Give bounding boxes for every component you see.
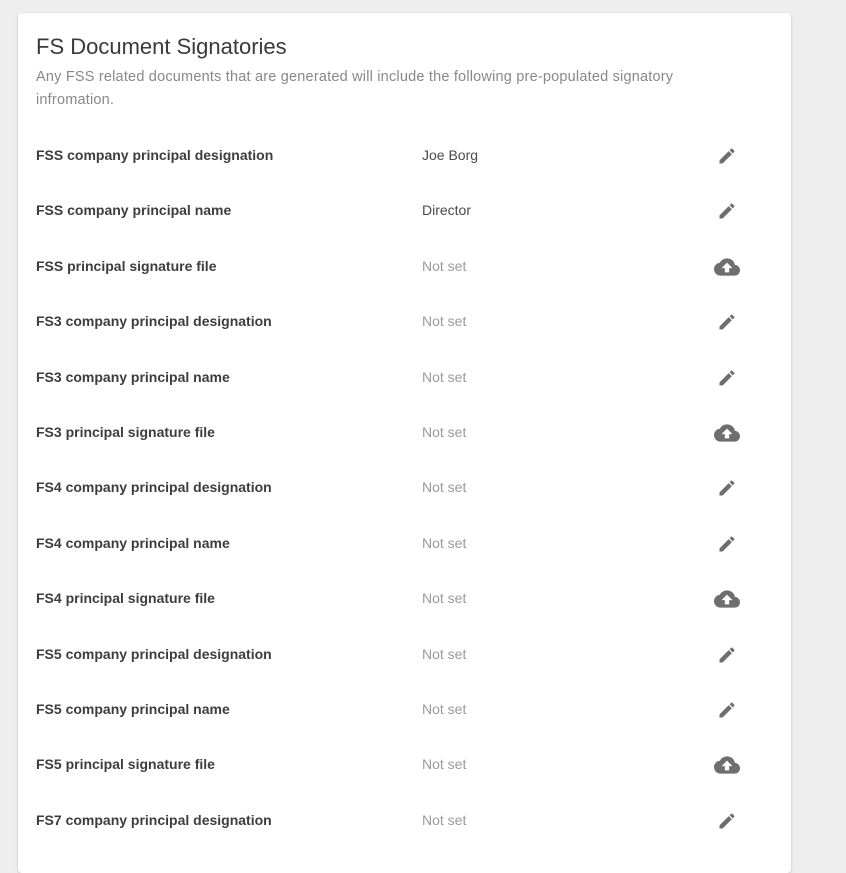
signatory-row: FS4 company principal designation Not set	[18, 460, 791, 515]
row-value: Not set	[422, 534, 467, 551]
edit-button[interactable]	[712, 309, 742, 335]
signatory-row: FS3 principal signature file Not set	[18, 405, 791, 460]
card-title: FS Document Signatories	[36, 34, 287, 59]
edit-button[interactable]	[712, 475, 742, 501]
signatory-row: FS5 principal signature file Not set	[18, 737, 791, 792]
signatory-row: FS4 principal signature file Not set	[18, 571, 791, 626]
signatory-row: FSS company principal name Director	[18, 183, 791, 238]
row-value: Not set	[422, 313, 467, 330]
row-value: Not set	[422, 756, 467, 773]
row-value: Not set	[422, 368, 467, 385]
cloud-upload-icon	[714, 586, 740, 612]
row-value: Not set	[422, 700, 467, 717]
pencil-icon	[717, 645, 737, 665]
row-value: Not set	[422, 645, 467, 662]
row-label: FS3 company principal designation	[36, 313, 272, 330]
row-label: FS4 company principal designation	[36, 479, 272, 496]
row-value: Not set	[422, 590, 467, 607]
row-label: FS4 principal signature file	[36, 590, 215, 607]
row-value: Not set	[422, 423, 467, 440]
signatory-row: FS3 company principal name Not set	[18, 350, 791, 405]
card-header: FS Document Signatories Any FSS related …	[18, 13, 791, 128]
edit-button[interactable]	[712, 143, 742, 169]
pencil-icon	[717, 811, 737, 831]
cloud-upload-icon	[714, 420, 740, 446]
upload-signature-button[interactable]	[712, 586, 742, 612]
signatory-row: FSS company principal designation Joe Bor…	[18, 128, 791, 183]
signatory-row: FS7 company principal designation Not set	[18, 793, 791, 848]
upload-signature-button[interactable]	[712, 752, 742, 778]
row-value: Not set	[422, 811, 467, 828]
row-value: Not set	[422, 479, 467, 496]
signatory-row: FS5 company principal designation Not set	[18, 627, 791, 682]
row-label: FS5 principal signature file	[36, 756, 215, 773]
upload-signature-button[interactable]	[712, 254, 742, 280]
row-label: FSS principal signature file	[36, 257, 217, 274]
row-label: FS5 company principal name	[36, 700, 230, 717]
signatory-row: FS3 company principal designation Not set	[18, 294, 791, 349]
row-label: FS7 company principal designation	[36, 811, 272, 828]
signatory-row: FSS principal signature file Not set	[18, 239, 791, 294]
edit-button[interactable]	[712, 697, 742, 723]
row-label: FS3 company principal name	[36, 368, 230, 385]
row-label: FS4 company principal name	[36, 534, 230, 551]
edit-button[interactable]	[712, 531, 742, 557]
row-value: Director	[422, 202, 472, 219]
row-label: FSS company principal designation	[36, 147, 274, 163]
signatories-card: FS Document Signatories Any FSS related …	[18, 13, 791, 873]
pencil-icon	[717, 201, 737, 221]
upload-signature-button[interactable]	[712, 420, 742, 446]
pencil-icon	[717, 534, 737, 554]
edit-button[interactable]	[712, 365, 742, 391]
row-value: Not set	[422, 257, 467, 274]
card-subtitle: Any FSS related documents that are gener…	[36, 69, 674, 108]
edit-button[interactable]	[712, 808, 742, 834]
signatory-row: FS5 company principal name Not set	[18, 682, 791, 737]
pencil-icon	[717, 146, 737, 166]
pencil-icon	[717, 700, 737, 720]
signatory-list: FSS company principal designation Joe Bor…	[18, 128, 791, 848]
cloud-upload-icon	[714, 254, 740, 280]
row-label: FS3 principal signature file	[36, 423, 215, 440]
pencil-icon	[717, 368, 737, 388]
pencil-icon	[717, 478, 737, 498]
edit-button[interactable]	[712, 198, 742, 224]
signatory-row: FS4 company principal name Not set	[18, 516, 791, 571]
row-value: Joe Borg	[422, 147, 479, 163]
edit-button[interactable]	[712, 642, 742, 668]
pencil-icon	[717, 312, 737, 332]
row-label: FS5 company principal designation	[36, 645, 272, 662]
cloud-upload-icon	[714, 752, 740, 778]
row-label: FSS company principal name	[36, 202, 232, 219]
